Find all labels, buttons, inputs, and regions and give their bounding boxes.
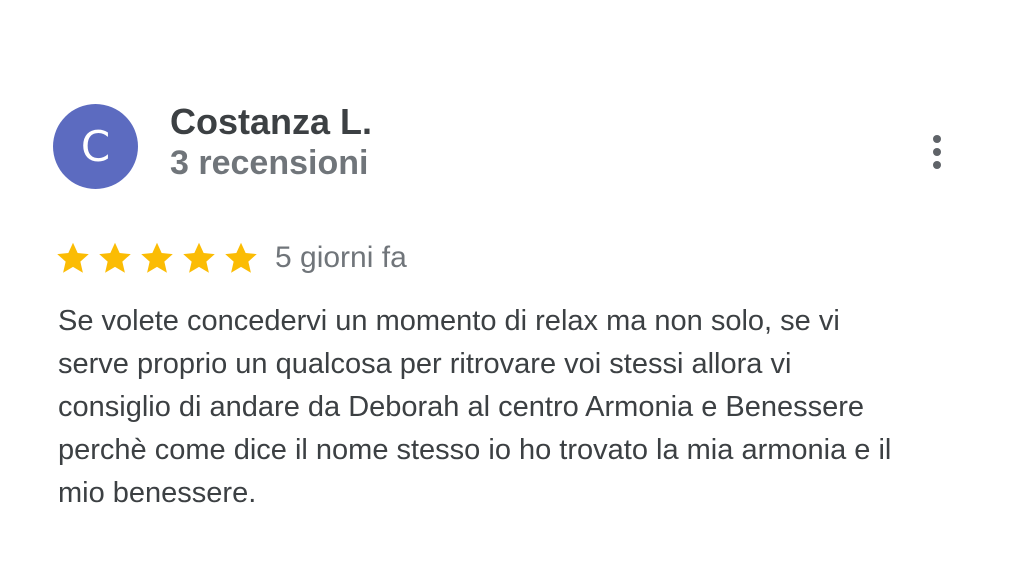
star-icon (99, 242, 131, 273)
star-icon (183, 242, 215, 273)
author-review-count: 3 recensioni (170, 144, 369, 182)
review-date: 5 giorni fa (275, 241, 407, 274)
star-icon (57, 242, 89, 273)
star-rating (55, 240, 259, 276)
more-vert-icon (933, 135, 941, 143)
review-text: Se volete concedervi un momento di relax… (58, 305, 892, 509)
rating-row: 5 giorni fa (55, 236, 407, 280)
more-vert-icon-dot (933, 148, 941, 156)
review-card: C Costanza L. 3 recensioni 5 giorni fa S… (0, 0, 1024, 577)
more-vert-icon-dot (933, 161, 941, 169)
more-options-button[interactable] (916, 127, 958, 177)
star-icon (141, 242, 173, 273)
author-name[interactable]: Costanza L. (170, 101, 372, 143)
avatar-initial: C (80, 121, 111, 171)
avatar[interactable]: C (53, 104, 138, 189)
star-icon (225, 242, 257, 273)
